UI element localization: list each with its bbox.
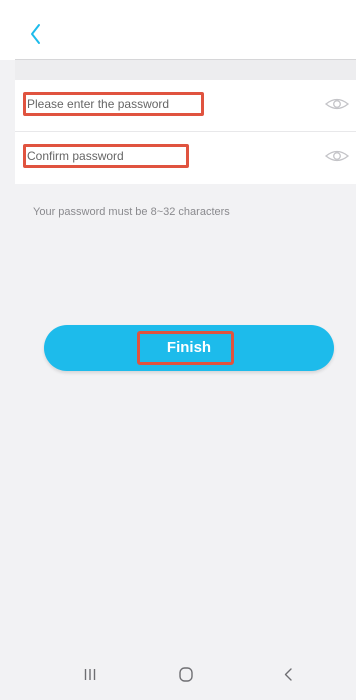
home-button[interactable]	[156, 640, 216, 700]
finish-button[interactable]: Finish	[44, 325, 334, 371]
back-icon	[284, 668, 292, 681]
confirm-field-highlight	[23, 144, 189, 168]
eye-icon	[324, 150, 350, 162]
confirm-row	[15, 132, 356, 184]
password-visibility-toggle[interactable]	[324, 94, 350, 114]
password-field-highlight	[23, 92, 204, 116]
system-back-button[interactable]	[259, 640, 319, 700]
confirm-password-input[interactable]	[26, 147, 186, 165]
finish-label: Finish	[166, 339, 212, 356]
chevron-left-icon	[31, 24, 40, 44]
confirm-visibility-toggle[interactable]	[324, 146, 350, 166]
password-hint: Your password must be 8~32 characters	[33, 206, 230, 218]
system-nav-bar	[0, 640, 356, 700]
password-input[interactable]	[26, 95, 201, 113]
password-form	[15, 80, 356, 184]
recents-button[interactable]	[60, 640, 120, 700]
recents-icon	[84, 669, 96, 680]
home-icon	[179, 667, 193, 682]
top-bar	[0, 0, 356, 60]
eye-icon	[324, 98, 350, 110]
section-spacer	[15, 60, 356, 80]
back-button[interactable]	[22, 20, 50, 48]
password-row	[15, 80, 356, 132]
